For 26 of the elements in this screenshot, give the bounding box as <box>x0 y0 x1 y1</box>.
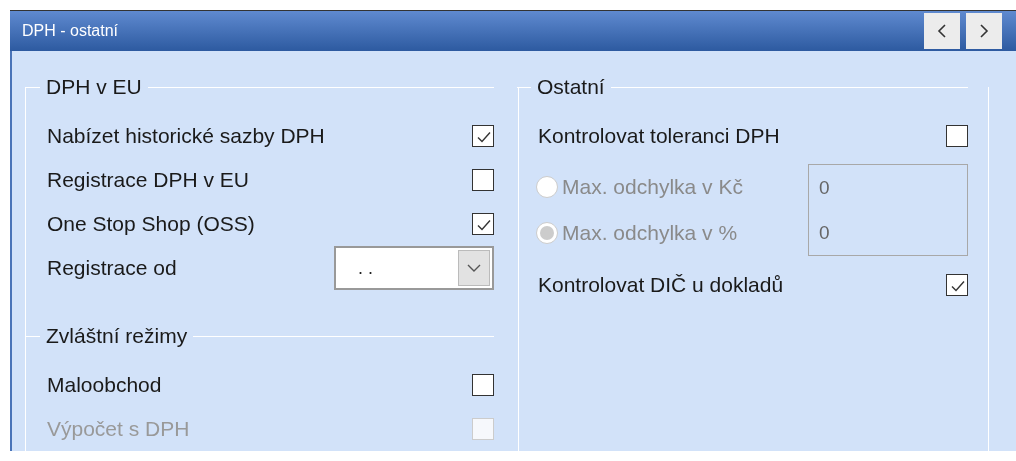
checkbox[interactable] <box>472 374 494 396</box>
radio-label: Max. odchylka v Kč <box>562 175 743 199</box>
previous-button[interactable] <box>924 13 960 49</box>
checkbox[interactable] <box>946 125 968 147</box>
checkbox[interactable] <box>472 125 494 147</box>
radio-label: Max. odchylka v % <box>562 221 738 245</box>
chevron-right-icon <box>978 23 990 39</box>
checkbox-label: Kontrolovat toleranci DPH <box>538 124 780 148</box>
checkbox-label: Maloobchod <box>47 373 162 397</box>
group-title: Ostatní <box>536 75 606 99</box>
group-title: DPH v EU <box>45 75 143 99</box>
group-title: Zvláštní režimy <box>45 324 189 348</box>
checkbox-label: Výpočet s DPH <box>47 417 190 441</box>
checkbox-label: Registrace DPH v EU <box>47 168 249 192</box>
field-label: Registrace od <box>47 256 177 280</box>
checkbox[interactable] <box>472 169 494 191</box>
next-button[interactable] <box>966 13 1002 49</box>
checkbox-label: Nabízet historické sazby DPH <box>47 124 325 148</box>
checkbox[interactable] <box>472 213 494 235</box>
checkbox[interactable] <box>946 274 968 296</box>
window-title: DPH - ostatní <box>22 22 120 40</box>
chevron-down-icon <box>467 264 481 272</box>
date-dropdown[interactable]: . . <box>334 246 494 290</box>
chevron-left-icon <box>936 23 948 39</box>
checkbox-label: Kontrolovat DIČ u dokladů <box>538 273 784 297</box>
checkbox-label: One Stop Shop (OSS) <box>47 212 255 236</box>
